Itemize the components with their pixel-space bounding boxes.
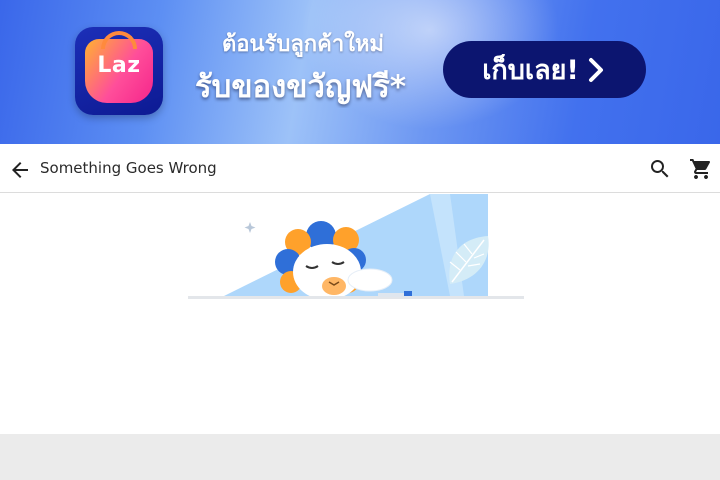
logo-text: Laz <box>97 53 141 78</box>
collect-now-label: เก็บเลย! <box>482 55 579 86</box>
error-page: Laz ต้อนรับลูกค้าใหม่ รับของขวัญฟรี* เก็… <box>0 0 720 480</box>
back-button[interactable] <box>6 156 34 184</box>
search-button[interactable] <box>647 156 673 182</box>
chevron-right-icon <box>588 57 603 82</box>
promo-banner[interactable]: Laz ต้อนรับลูกค้าใหม่ รับของขวัญฟรี* เก็… <box>0 0 720 144</box>
arrow-left-icon <box>12 162 28 178</box>
lazada-logo: Laz <box>75 27 163 115</box>
cart-icon <box>690 159 711 179</box>
promo-offer-text: รับของขวัญฟรี* <box>195 69 407 105</box>
promo-welcome-text: ต้อนรับลูกค้าใหม่ <box>222 32 384 57</box>
page-title: Something Goes Wrong <box>40 159 217 177</box>
collect-now-button[interactable]: เก็บเลย! <box>443 41 646 98</box>
sleeping-lion-illustration <box>188 194 524 300</box>
search-icon <box>651 160 669 178</box>
cart-button[interactable] <box>688 156 714 182</box>
bottom-action-bar <box>0 434 720 480</box>
logo-bag-handle <box>101 31 137 49</box>
app-bar: Something Goes Wrong <box>0 144 720 193</box>
